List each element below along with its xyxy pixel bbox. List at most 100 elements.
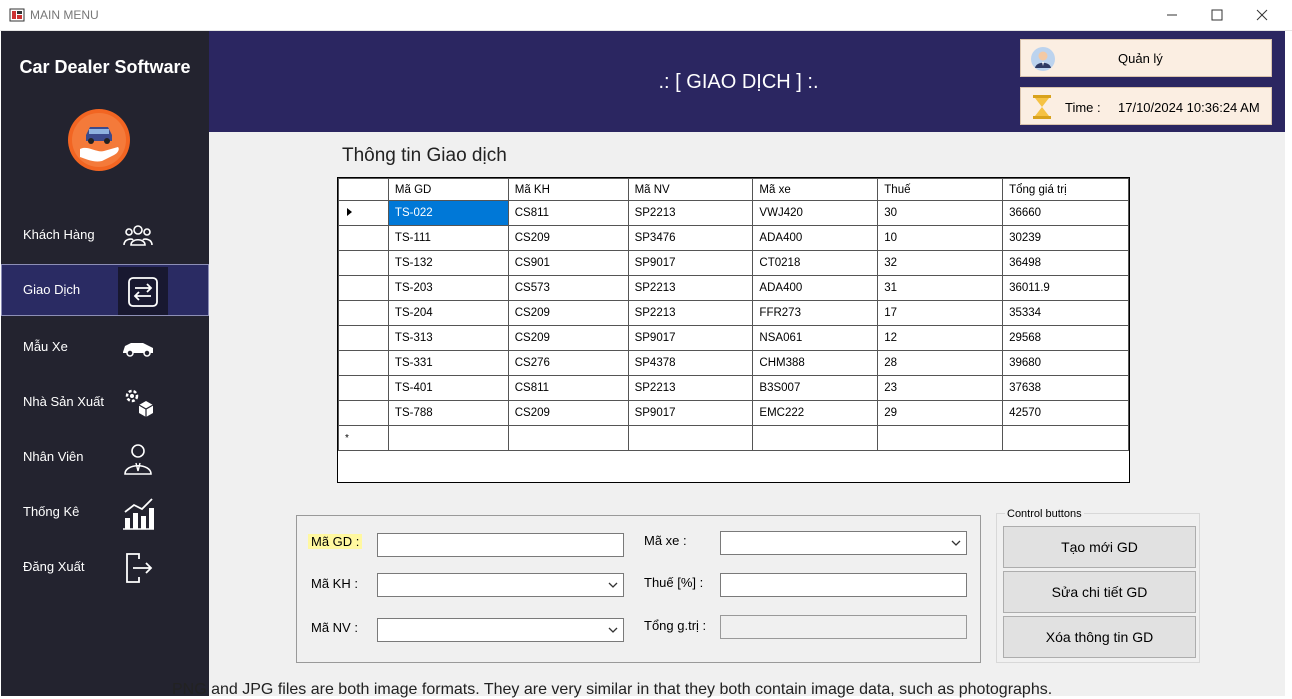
table-cell[interactable] <box>507 425 629 451</box>
table-row[interactable]: TS-022 CS811 SP2213 VWJ420 30 36660 <box>338 200 1129 226</box>
table-cell[interactable]: 35334 <box>1002 300 1129 326</box>
table-cell[interactable]: TS-111 <box>387 225 509 251</box>
table-cell[interactable]: SP9017 <box>627 400 754 426</box>
sidebar-item-dang-xuat[interactable]: Đăng Xuất <box>1 541 209 593</box>
row-header[interactable] <box>338 300 389 326</box>
table-row[interactable]: TS-111 CS209 SP3476 ADA400 10 30239 <box>338 225 1129 251</box>
table-cell[interactable]: 32 <box>877 250 1004 276</box>
table-cell[interactable]: SP9017 <box>627 250 754 276</box>
table-cell[interactable] <box>877 425 1004 451</box>
new-row[interactable]: * <box>338 425 1129 451</box>
table-cell[interactable]: 10 <box>877 225 1004 251</box>
table-cell[interactable]: 28 <box>877 350 1004 376</box>
table-cell[interactable]: 30239 <box>1002 225 1129 251</box>
table-cell[interactable]: TS-204 <box>387 300 509 326</box>
table-cell[interactable]: ADA400 <box>752 275 879 301</box>
table-cell[interactable]: SP2213 <box>627 200 754 226</box>
table-row[interactable]: TS-203 CS573 SP2213 ADA400 31 36011.9 <box>338 275 1129 301</box>
table-cell[interactable]: 36660 <box>1002 200 1129 226</box>
maximize-button[interactable] <box>1202 4 1232 26</box>
table-cell[interactable]: SP9017 <box>627 325 754 351</box>
table-cell[interactable]: CS209 <box>507 225 629 251</box>
table-cell[interactable]: 39680 <box>1002 350 1129 376</box>
table-cell[interactable]: CHM388 <box>752 350 879 376</box>
table-cell[interactable]: 37638 <box>1002 375 1129 401</box>
ma-xe-select[interactable] <box>720 531 967 555</box>
table-cell[interactable]: TS-022 <box>387 200 509 226</box>
table-cell[interactable]: CS276 <box>507 350 629 376</box>
row-header[interactable] <box>338 225 389 251</box>
table-cell[interactable] <box>627 425 754 451</box>
thue-input[interactable] <box>720 573 967 597</box>
table-cell[interactable]: CS209 <box>507 325 629 351</box>
column-header-ma-xe[interactable]: Mã xe <box>752 178 879 201</box>
table-cell[interactable] <box>387 425 509 451</box>
table-cell[interactable]: 23 <box>877 375 1004 401</box>
table-cell[interactable]: TS-401 <box>387 375 509 401</box>
row-header[interactable] <box>338 375 389 401</box>
table-cell[interactable]: 12 <box>877 325 1004 351</box>
table-cell[interactable] <box>1002 425 1129 451</box>
delete-transaction-button[interactable]: Xóa thông tin GD <box>1003 616 1196 658</box>
row-header[interactable] <box>338 400 389 426</box>
table-cell[interactable]: 29568 <box>1002 325 1129 351</box>
row-header[interactable] <box>338 250 389 276</box>
sidebar-item-mau-xe[interactable]: Mẫu Xe <box>1 321 209 373</box>
table-cell[interactable]: CS811 <box>507 200 629 226</box>
table-cell[interactable]: CS209 <box>507 400 629 426</box>
new-row-marker[interactable]: * <box>338 425 389 451</box>
table-cell[interactable]: 42570 <box>1002 400 1129 426</box>
table-cell[interactable]: B3S007 <box>752 375 879 401</box>
sidebar-item-nha-san-xuat[interactable]: Nhà Sản Xuất <box>1 376 209 428</box>
table-cell[interactable]: NSA061 <box>752 325 879 351</box>
table-cell[interactable]: SP3476 <box>627 225 754 251</box>
row-header[interactable] <box>338 200 389 226</box>
column-header-tong-gia-tri[interactable]: Tổng giá trị <box>1002 178 1129 201</box>
table-cell[interactable]: SP2213 <box>627 300 754 326</box>
table-row[interactable]: TS-204 CS209 SP2213 FFR273 17 35334 <box>338 300 1129 326</box>
table-cell[interactable]: TS-788 <box>387 400 509 426</box>
row-header[interactable] <box>338 350 389 376</box>
sidebar-item-nhan-vien[interactable]: Nhân Viên <box>1 431 209 483</box>
table-cell[interactable]: VWJ420 <box>752 200 879 226</box>
table-cell[interactable]: CS209 <box>507 300 629 326</box>
table-row[interactable]: TS-132 CS901 SP9017 CT0218 32 36498 <box>338 250 1129 276</box>
column-header-ma-kh[interactable]: Mã KH <box>507 178 629 201</box>
table-cell[interactable]: TS-203 <box>387 275 509 301</box>
table-cell[interactable]: CT0218 <box>752 250 879 276</box>
table-cell[interactable]: SP2213 <box>627 375 754 401</box>
sidebar-item-khach-hang[interactable]: Khách Hàng <box>1 209 209 261</box>
table-cell[interactable] <box>752 425 879 451</box>
table-cell[interactable]: SP4378 <box>627 350 754 376</box>
table-cell[interactable]: CS811 <box>507 375 629 401</box>
column-header-ma-nv[interactable]: Mã NV <box>627 178 754 201</box>
table-cell[interactable]: TS-132 <box>387 250 509 276</box>
table-cell[interactable]: ADA400 <box>752 225 879 251</box>
table-cell[interactable]: FFR273 <box>752 300 879 326</box>
row-header[interactable] <box>338 325 389 351</box>
ma-gd-input[interactable] <box>377 533 624 557</box>
sidebar-item-giao-dich[interactable]: Giao Dịch <box>1 264 209 316</box>
edit-transaction-button[interactable]: Sửa chi tiết GD <box>1003 571 1196 613</box>
column-header-ma-gd[interactable]: Mã GD <box>387 178 509 201</box>
table-cell[interactable]: 30 <box>877 200 1004 226</box>
table-cell[interactable]: TS-331 <box>387 350 509 376</box>
table-cell[interactable]: 31 <box>877 275 1004 301</box>
table-cell[interactable]: 17 <box>877 300 1004 326</box>
minimize-button[interactable] <box>1157 4 1187 26</box>
close-button[interactable] <box>1247 4 1277 26</box>
table-row[interactable]: TS-788 CS209 SP9017 EMC222 29 42570 <box>338 400 1129 426</box>
table-row[interactable]: TS-331 CS276 SP4378 CHM388 28 39680 <box>338 350 1129 376</box>
table-cell[interactable]: SP2213 <box>627 275 754 301</box>
table-cell[interactable]: 36498 <box>1002 250 1129 276</box>
transactions-grid[interactable]: Mã GD Mã KH Mã NV Mã xe Thuế Tổng giá tr… <box>337 177 1130 483</box>
create-transaction-button[interactable]: Tạo mới GD <box>1003 526 1196 568</box>
sidebar-item-thong-ke[interactable]: Thống Kê <box>1 486 209 538</box>
table-cell[interactable]: TS-313 <box>387 325 509 351</box>
table-row[interactable]: TS-313 CS209 SP9017 NSA061 12 29568 <box>338 325 1129 351</box>
row-header[interactable] <box>338 275 389 301</box>
table-cell[interactable]: EMC222 <box>752 400 879 426</box>
table-row[interactable]: TS-401 CS811 SP2213 B3S007 23 37638 <box>338 375 1129 401</box>
ma-kh-select[interactable] <box>377 573 624 597</box>
column-header-thue[interactable]: Thuế <box>877 178 1004 201</box>
